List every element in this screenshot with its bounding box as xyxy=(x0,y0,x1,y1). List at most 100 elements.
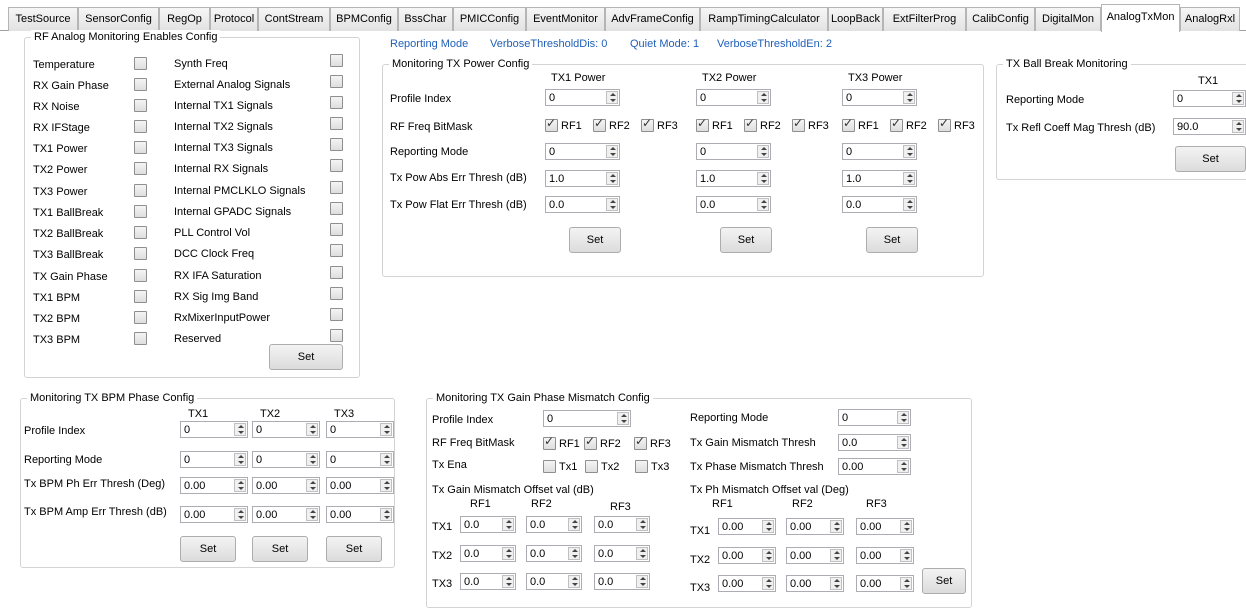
gp-profile-input[interactable]: 0 xyxy=(543,410,631,427)
gp-gain-offset-input[interactable]: 0.0 xyxy=(594,516,650,533)
spin-arrows-icon[interactable] xyxy=(234,508,246,521)
spin-arrows-icon[interactable] xyxy=(903,91,915,104)
tab-loopback[interactable]: LoopBack xyxy=(828,7,883,31)
gp-gain-offset-input[interactable]: 0.0 xyxy=(594,545,650,562)
bpm-profile-input[interactable]: 0 xyxy=(252,421,320,438)
spin-arrows-icon[interactable] xyxy=(234,423,246,436)
rf-enable-checkbox[interactable] xyxy=(134,290,147,303)
gp-tx3-checkbox-box[interactable] xyxy=(635,460,648,473)
spin-arrows-icon[interactable] xyxy=(502,575,514,588)
gp-ph-offset-input[interactable]: 0.00 xyxy=(786,518,844,535)
bpm-profile-input[interactable]: 0 xyxy=(326,421,394,438)
spin-arrows-icon[interactable] xyxy=(830,577,842,590)
rf-enable-checkbox[interactable] xyxy=(134,247,147,260)
gp-rf1-checkbox[interactable]: RF1 xyxy=(543,437,580,451)
spin-arrows-icon[interactable] xyxy=(762,577,774,590)
spin-arrows-icon[interactable] xyxy=(306,508,318,521)
tx-power-flat-err-input[interactable]: 0.0 xyxy=(545,196,620,213)
gp-rf2-checkbox[interactable]: RF2 xyxy=(584,437,621,451)
spin-arrows-icon[interactable] xyxy=(903,172,915,185)
gp-ph-offset-input[interactable]: 0.00 xyxy=(856,575,914,592)
spin-arrows-icon[interactable] xyxy=(757,91,769,104)
rf-enable-checkbox[interactable] xyxy=(134,205,147,218)
rf-enable-checkbox[interactable] xyxy=(134,57,147,70)
tab-eventmonitor[interactable]: EventMonitor xyxy=(526,7,605,31)
tx-power-profile-input[interactable]: 0 xyxy=(842,89,917,106)
rf-enable-checkbox[interactable] xyxy=(330,75,343,88)
spin-arrows-icon[interactable] xyxy=(636,547,648,560)
tx-power-rf-checkbox-box[interactable] xyxy=(641,119,654,132)
gp-rf2-checkbox-box[interactable] xyxy=(584,437,597,450)
gp-gain-offset-input[interactable]: 0.0 xyxy=(460,545,516,562)
tx-power-rf-checkbox-box[interactable] xyxy=(545,119,558,132)
gp-ph-offset-input[interactable]: 0.00 xyxy=(786,575,844,592)
tab-advframeconfig[interactable]: AdvFrameConfig xyxy=(605,7,700,31)
tab-extfilterprog[interactable]: ExtFilterProg xyxy=(883,7,966,31)
tx-power-abs-err-input[interactable]: 1.0 xyxy=(545,170,620,187)
bpm-ph-err-input[interactable]: 0.00 xyxy=(180,477,248,494)
rf-enables-set-button[interactable]: Set xyxy=(269,344,343,370)
tab-analogrxl[interactable]: AnalogRxl xyxy=(1180,7,1240,31)
spin-arrows-icon[interactable] xyxy=(903,198,915,211)
spin-arrows-icon[interactable] xyxy=(568,547,580,560)
bpm-amp-err-input[interactable]: 0.00 xyxy=(326,506,394,523)
tx-power-rf-checkbox[interactable]: RF1 xyxy=(842,119,879,133)
spin-arrows-icon[interactable] xyxy=(757,145,769,158)
tx-power-rf-checkbox-box[interactable] xyxy=(938,119,951,132)
gp-tx1-checkbox-box[interactable] xyxy=(543,460,556,473)
tx-power-rf-checkbox[interactable]: RF2 xyxy=(744,119,781,133)
gp-rf3-checkbox[interactable]: RF3 xyxy=(634,437,671,451)
spin-arrows-icon[interactable] xyxy=(568,575,580,588)
spin-arrows-icon[interactable] xyxy=(762,520,774,533)
tx-power-reporting-input[interactable]: 0 xyxy=(696,143,771,160)
spin-arrows-icon[interactable] xyxy=(568,518,580,531)
rf-enable-checkbox[interactable] xyxy=(330,117,343,130)
tab-bpmconfig[interactable]: BPMConfig xyxy=(330,7,398,31)
spin-arrows-icon[interactable] xyxy=(897,436,909,449)
tx-power-rf-checkbox[interactable]: RF3 xyxy=(938,119,975,133)
bpm-profile-input[interactable]: 0 xyxy=(180,421,248,438)
gp-gain-offset-input[interactable]: 0.0 xyxy=(526,545,582,562)
gp-reporting-input[interactable]: 0 xyxy=(838,409,911,426)
spin-arrows-icon[interactable] xyxy=(306,479,318,492)
bpm-amp-err-input[interactable]: 0.00 xyxy=(252,506,320,523)
rf-enable-checkbox[interactable] xyxy=(134,141,147,154)
spin-arrows-icon[interactable] xyxy=(380,479,392,492)
spin-arrows-icon[interactable] xyxy=(502,518,514,531)
tx-power-rf-checkbox[interactable]: RF1 xyxy=(545,119,582,133)
spin-arrows-icon[interactable] xyxy=(830,520,842,533)
spin-arrows-icon[interactable] xyxy=(900,549,912,562)
spin-arrows-icon[interactable] xyxy=(636,518,648,531)
spin-arrows-icon[interactable] xyxy=(1232,92,1244,105)
spin-arrows-icon[interactable] xyxy=(606,145,618,158)
rf-enable-checkbox[interactable] xyxy=(330,266,343,279)
tx-power-set-button[interactable]: Set xyxy=(720,227,772,253)
gp-ph-offset-input[interactable]: 0.00 xyxy=(718,575,776,592)
rf-enable-checkbox[interactable] xyxy=(330,329,343,342)
rf-enable-checkbox[interactable] xyxy=(330,181,343,194)
gp-gain-offset-input[interactable]: 0.0 xyxy=(594,573,650,590)
spin-arrows-icon[interactable] xyxy=(380,508,392,521)
tab-analogtxmon[interactable]: AnalogTxMon xyxy=(1101,4,1180,32)
gp-gain-offset-input[interactable]: 0.0 xyxy=(460,516,516,533)
gp-gain-offset-input[interactable]: 0.0 xyxy=(526,516,582,533)
spin-arrows-icon[interactable] xyxy=(897,460,909,473)
tab-calibconfig[interactable]: CalibConfig xyxy=(966,7,1035,31)
rf-enable-checkbox[interactable] xyxy=(330,54,343,67)
gp-gain-offset-input[interactable]: 0.0 xyxy=(526,573,582,590)
tx-power-rf-checkbox-box[interactable] xyxy=(696,119,709,132)
spin-arrows-icon[interactable] xyxy=(306,453,318,466)
rf-enable-checkbox[interactable] xyxy=(134,120,147,133)
spin-arrows-icon[interactable] xyxy=(757,172,769,185)
spin-arrows-icon[interactable] xyxy=(502,547,514,560)
tx-power-set-button[interactable]: Set xyxy=(866,227,918,253)
tx-power-profile-input[interactable]: 0 xyxy=(696,89,771,106)
ball-break-set-button[interactable]: Set xyxy=(1175,146,1246,172)
rf-enable-checkbox[interactable] xyxy=(134,162,147,175)
spin-arrows-icon[interactable] xyxy=(606,172,618,185)
spin-arrows-icon[interactable] xyxy=(830,549,842,562)
tx-power-rf-checkbox[interactable]: RF3 xyxy=(641,119,678,133)
tab-pmicconfig[interactable]: PMICConfig xyxy=(453,7,526,31)
bpm-set-button[interactable]: Set xyxy=(326,536,382,562)
rf-enable-checkbox[interactable] xyxy=(330,96,343,109)
